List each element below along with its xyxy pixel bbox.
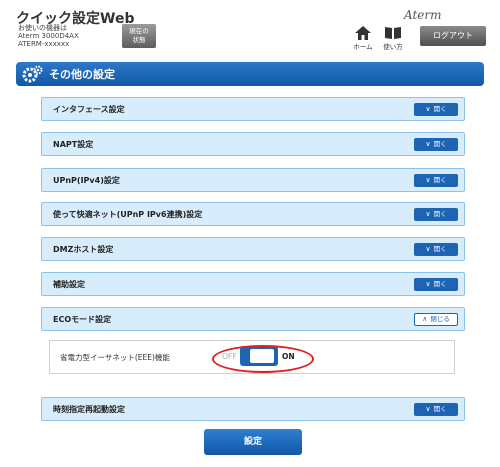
open-button-label: 開く [433,105,447,113]
header: クイック設定Web お使いの機器は Aterm 3000D4AX ATERM-x… [0,0,500,56]
section-header: その他の設定 [16,62,484,86]
panel-label: 時刻指定再起動設定 [53,405,125,414]
chevron-down-icon: ∨ [425,405,431,413]
open-button[interactable]: ∨ 開く [414,208,458,221]
panel-label: NAPT設定 [53,140,94,149]
panel-upnp-ipv4[interactable]: UPnP(IPv4)設定 ∨ 開く [41,168,465,192]
open-button-label: 開く [433,245,447,253]
panel-dmz-host[interactable]: DMZホスト設定 ∨ 開く [41,237,465,261]
home-icon [355,26,371,40]
panel-label: 補助設定 [53,280,85,289]
book-icon [385,27,401,39]
highlight-oval [212,345,314,373]
panel-label: 使って快適ネット(UPnP IPv6連携)設定 [53,210,203,219]
open-button-label: 開く [433,210,447,218]
panel-label: UPnP(IPv4)設定 [53,176,120,185]
device-info-line: お使いの機器は [18,24,67,32]
panel-napt[interactable]: NAPT設定 ∨ 開く [41,132,465,156]
open-button[interactable]: ∨ 開く [414,174,458,187]
chevron-up-icon: ∧ [422,315,428,323]
chevron-down-icon: ∨ [425,105,431,113]
status-button[interactable]: 現在の 状態 [122,24,156,48]
panel-label: インタフェース設定 [53,105,125,114]
open-button[interactable]: ∨ 開く [414,138,458,151]
panel-upnp-ipv6[interactable]: 使って快適ネット(UPnP IPv6連携)設定 ∨ 開く [41,202,465,226]
open-button[interactable]: ∨ 開く [414,243,458,256]
help-label: 使い方 [383,43,403,51]
panel-label: DMZホスト設定 [53,245,114,254]
open-button-label: 開く [433,176,447,184]
open-button-label: 開く [433,405,447,413]
chevron-down-icon: ∨ [425,140,431,148]
panel-auxiliary[interactable]: 補助設定 ∨ 開く [41,272,465,296]
close-button[interactable]: ∧ 閉じる [414,313,458,326]
open-button[interactable]: ∨ 開く [414,103,458,116]
save-button[interactable]: 設定 [204,429,302,455]
brand-logo: Aterm [404,8,442,22]
chevron-down-icon: ∨ [425,280,431,288]
device-name: ATERM-xxxxxx [18,40,70,48]
panel-scheduled-reboot[interactable]: 時刻指定再起動設定 ∨ 開く [41,397,465,421]
chevron-down-icon: ∨ [425,210,431,218]
panel-interface[interactable]: インタフェース設定 ∨ 開く [41,97,465,121]
status-button-line1: 現在の [129,27,149,35]
section-title: その他の設定 [49,68,115,81]
chevron-down-icon: ∨ [425,245,431,253]
status-button-line2: 状態 [132,36,146,44]
open-button-label: 開く [433,140,447,148]
gear-icon [22,65,43,83]
open-button[interactable]: ∨ 開く [414,403,458,416]
logout-button[interactable]: ログアウト [420,26,486,46]
open-button-label: 開く [433,280,447,288]
home-label: ホーム [353,43,373,51]
open-button[interactable]: ∨ 開く [414,278,458,291]
eee-setting-label: 省電力型イーサネット(EEE)機能 [60,353,170,362]
home-button[interactable]: ホーム [350,26,376,52]
close-button-label: 閉じる [430,315,450,323]
device-model: Aterm 3000D4AX [18,32,79,40]
panel-eco-mode[interactable]: ECOモード設定 ∧ 閉じる [41,307,465,331]
chevron-down-icon: ∨ [425,176,431,184]
help-button[interactable]: 使い方 [380,26,406,52]
panel-label: ECOモード設定 [53,315,112,324]
